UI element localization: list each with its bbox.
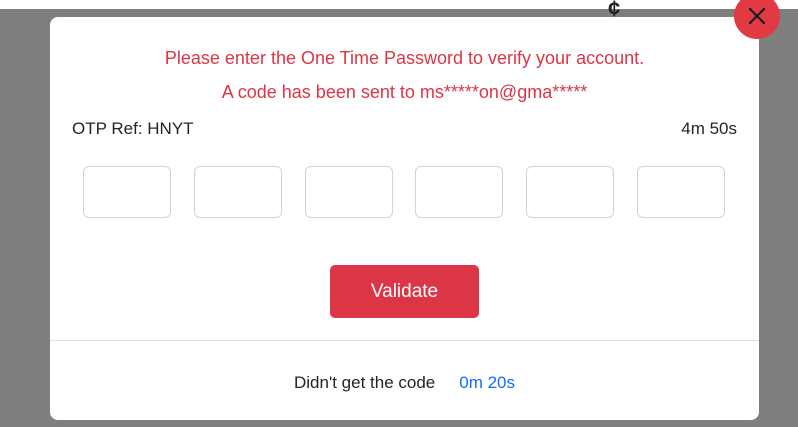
- otp-digit-6[interactable]: [636, 166, 725, 218]
- otp-ref-label: OTP Ref: HNYT: [72, 119, 194, 138]
- otp-digit-5[interactable]: [526, 166, 615, 218]
- otp-ref-row: OTP Ref: HNYT 4m 50s: [72, 119, 737, 139]
- otp-expiry-countdown: 4m 50s: [681, 119, 737, 138]
- otp-digit-2[interactable]: [193, 166, 282, 218]
- otp-digit-1[interactable]: [83, 166, 171, 218]
- modal-footer-divider: [50, 340, 759, 341]
- otp-instruction-text: Please enter the One Time Password to ve…: [164, 48, 645, 68]
- otp-modal: Please enter the One Time Password to ve…: [50, 17, 759, 420]
- otp-digit-3[interactable]: [304, 166, 393, 218]
- validate-button[interactable]: Validate: [330, 265, 479, 318]
- background-page-edge: [0, 0, 798, 9]
- resend-footer: Didn't get the code 0m 20s: [50, 373, 759, 393]
- otp-input-group: [83, 166, 725, 218]
- resend-prompt-text: Didn't get the code: [294, 373, 436, 392]
- close-x-icon: [748, 7, 766, 25]
- otp-digit-4[interactable]: [415, 166, 504, 218]
- resend-countdown-link[interactable]: 0m 20s: [459, 373, 515, 392]
- otp-sent-to-text: A code has been sent to ms*****on@gma***…: [221, 82, 588, 102]
